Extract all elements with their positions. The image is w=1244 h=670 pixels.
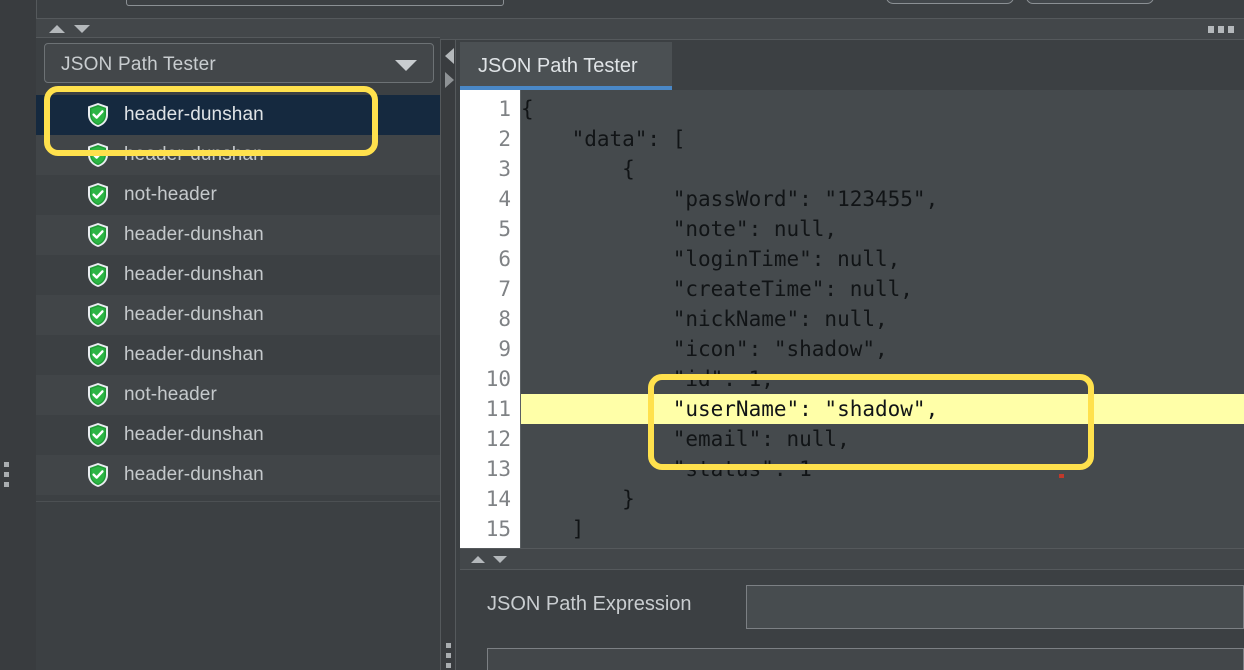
list-item-label: header-dunshan — [124, 304, 264, 325]
list-item-label: not-header — [124, 184, 217, 205]
list-item[interactable]: header-dunshan — [36, 95, 440, 135]
code-line[interactable]: "data": [ — [521, 124, 1244, 154]
list-item[interactable]: not-header — [36, 375, 440, 415]
dot — [1208, 26, 1214, 33]
error-marker-icon — [1059, 474, 1064, 478]
code-line[interactable]: { — [521, 154, 1244, 184]
code-line[interactable]: "status": 1 — [521, 454, 1244, 484]
code-line[interactable]: "icon": "shadow", — [521, 334, 1244, 364]
list-item[interactable]: header-dunshan — [36, 255, 440, 295]
arrow-right-icon[interactable] — [445, 72, 454, 88]
left-panel-empty-area — [36, 501, 440, 670]
rail-drag-handle[interactable] — [4, 462, 13, 488]
list-item[interactable]: not-header — [36, 175, 440, 215]
list-item-label: header-dunshan — [124, 344, 264, 365]
shield-check-icon — [88, 223, 108, 247]
tab-strip: JSON Path Tester — [460, 42, 1244, 90]
json-editor[interactable]: 1 2 3 4 5 6 7 8 9 10 11 12 13 14 15 { "data": [ { "pas… — [460, 90, 1244, 548]
request-list[interactable]: header-dunshan header-dunshan not-header he… — [36, 95, 440, 501]
list-item-label: header-dunshan — [124, 104, 264, 125]
line-number: 14 — [485, 487, 511, 511]
code-line[interactable]: "createTime": null, — [521, 274, 1244, 304]
right-panel-topbar — [440, 18, 1244, 40]
line-number: 2 — [498, 127, 511, 151]
code-line[interactable]: "loginTime": null, — [521, 244, 1244, 274]
list-item[interactable]: header-dunshan — [36, 415, 440, 455]
line-number: 7 — [498, 277, 511, 301]
code-line[interactable]: "note": null, — [521, 214, 1244, 244]
list-item[interactable]: header-dunshan — [36, 335, 440, 375]
expression-area: JSON Path Expression — [460, 570, 1244, 670]
line-number: 9 — [498, 337, 511, 361]
combobox-value: JSON Path Tester — [61, 54, 216, 75]
line-number: 6 — [498, 247, 511, 271]
right-panel-lower-toolbar — [460, 548, 1244, 570]
app-window: JSON Path Tester header-dunshan header-du… — [0, 0, 1244, 670]
list-item-label: header-dunshan — [124, 264, 264, 285]
line-number: 1 — [498, 97, 511, 121]
code-line[interactable]: "email": null, — [521, 424, 1244, 454]
list-item-label: header-dunshan — [124, 424, 264, 445]
code-line[interactable]: "id": 1, — [521, 364, 1244, 394]
shield-check-icon — [88, 183, 108, 207]
triangle-down-icon[interactable] — [74, 25, 90, 33]
list-item-label: header-dunshan — [124, 224, 264, 245]
code-line[interactable]: "userName": "shadow", — [521, 394, 1244, 424]
left-panel: JSON Path Tester header-dunshan header-du… — [36, 18, 440, 670]
expression-label: JSON Path Expression — [487, 593, 692, 615]
handle-dot — [4, 462, 9, 467]
code-line[interactable]: ] — [521, 514, 1244, 544]
code-line[interactable]: { — [521, 94, 1244, 124]
handle-dot — [4, 472, 9, 477]
handle-dot — [4, 482, 9, 487]
line-number: 5 — [498, 217, 511, 241]
list-item-label: header-dunshan — [124, 144, 264, 165]
shield-check-icon — [88, 103, 108, 127]
left-rail — [0, 0, 37, 670]
line-number: 12 — [485, 427, 511, 451]
line-number: 8 — [498, 307, 511, 331]
line-number-gutter: 1 2 3 4 5 6 7 8 9 10 11 12 13 14 15 — [460, 90, 521, 548]
code-line[interactable]: "nickName": null, — [521, 304, 1244, 334]
shield-check-icon — [88, 383, 108, 407]
left-panel-toolbar — [36, 18, 440, 38]
json-path-expression-input[interactable] — [746, 585, 1244, 629]
shield-check-icon — [88, 463, 108, 487]
code-line[interactable]: } — [521, 484, 1244, 514]
triangle-up-icon[interactable] — [471, 556, 485, 563]
list-item-label: header-dunshan — [124, 464, 264, 485]
line-number: 15 — [485, 517, 511, 541]
list-item[interactable]: header-dunshan — [36, 215, 440, 255]
shield-check-icon — [88, 343, 108, 367]
line-number: 3 — [498, 157, 511, 181]
tab-label: JSON Path Tester — [478, 55, 638, 77]
right-panel: JSON Path Tester 1 2 3 4 5 6 7 8 9 10 11 12 13 14 15 {… — [440, 0, 1244, 670]
tab-nav-arrows — [442, 44, 460, 100]
dot — [1218, 26, 1224, 33]
shield-check-icon — [88, 303, 108, 327]
line-number: 10 — [485, 367, 511, 391]
dot — [1228, 26, 1234, 33]
triangle-up-icon[interactable] — [49, 25, 65, 33]
line-number: 11 — [485, 397, 511, 421]
line-number: 13 — [485, 457, 511, 481]
arrow-left-icon[interactable] — [445, 48, 454, 64]
triangle-down-icon[interactable] — [493, 556, 507, 563]
list-item[interactable]: header-dunshan — [36, 295, 440, 335]
list-item-label: not-header — [124, 384, 217, 405]
tool-selector-combobox[interactable]: JSON Path Tester — [44, 43, 434, 83]
tab-json-path-tester[interactable]: JSON Path Tester — [460, 42, 672, 90]
more-options-icon[interactable] — [1208, 26, 1234, 33]
list-item[interactable]: header-dunshan — [36, 455, 440, 495]
chevron-down-icon[interactable] — [395, 60, 417, 71]
line-number: 4 — [498, 187, 511, 211]
code-line[interactable]: "passWord": "123455", — [521, 184, 1244, 214]
shield-check-icon — [88, 263, 108, 287]
shield-check-icon — [88, 143, 108, 167]
list-item[interactable]: header-dunshan — [36, 135, 440, 175]
code-content[interactable]: { "data": [ { "passWord": "123455", "not… — [521, 90, 1244, 548]
expression-result-box — [487, 648, 1244, 670]
shield-check-icon — [88, 423, 108, 447]
